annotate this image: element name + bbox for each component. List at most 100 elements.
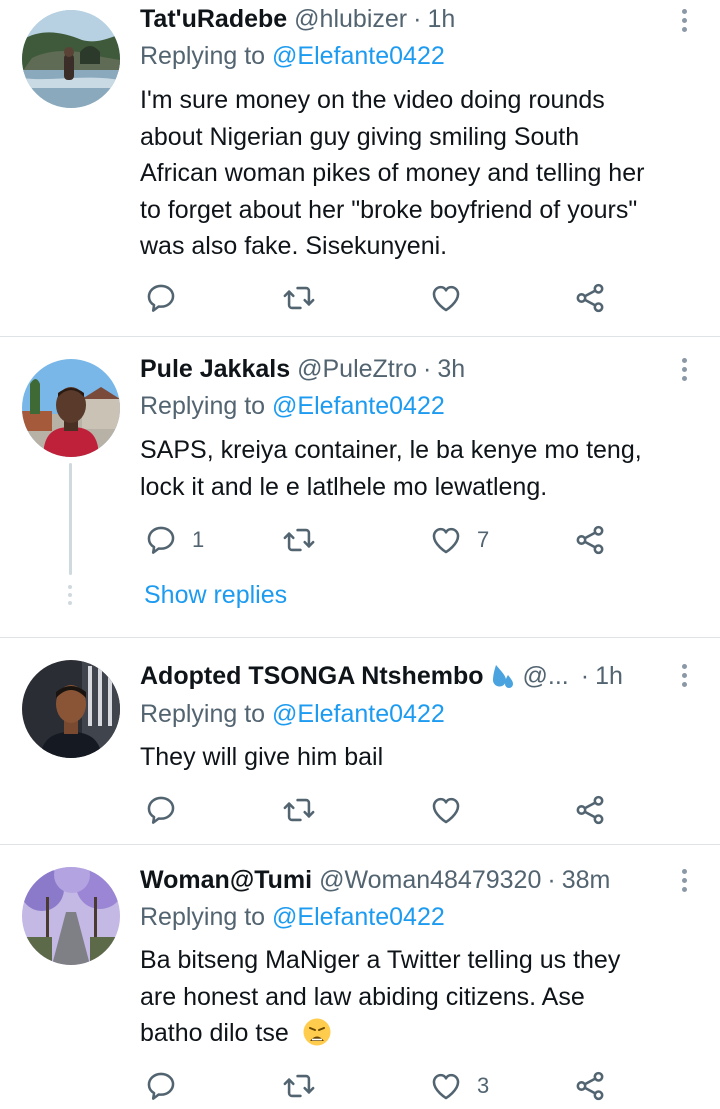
more-options-icon[interactable] — [680, 358, 688, 381]
tweet-2[interactable]: Pule Jakkals @PuleZtro · 3h Replying to … — [0, 337, 720, 637]
retweet-button[interactable] — [282, 1068, 316, 1104]
replying-to: Replying to @Elefante0422 — [140, 392, 445, 421]
timestamp[interactable]: 1h — [427, 5, 455, 34]
replying-to: Replying to @Elefante0422 — [140, 700, 445, 729]
tweet-text: They will give him bail — [140, 739, 700, 776]
reply-button[interactable] — [144, 792, 192, 828]
replying-label: Replying to — [140, 700, 266, 728]
retweet-icon — [282, 1069, 316, 1103]
retweet-button[interactable] — [282, 280, 316, 316]
reply-icon — [144, 281, 178, 315]
mention-link[interactable]: @Elefante0422 — [272, 700, 445, 728]
text-line: lock it and le e latlhele mo lewatleng. — [140, 472, 548, 501]
reply-count: 1 — [192, 527, 205, 552]
separator: · — [413, 4, 422, 33]
tweet-text: I'm sure money on the video doing rounds… — [140, 82, 700, 265]
like-count: 7 — [477, 527, 490, 552]
separator: · — [423, 354, 432, 383]
text-line: are honest and law abiding citizens. Ase — [140, 982, 585, 1011]
author-handle[interactable]: @... — [523, 662, 569, 691]
action-bar: 1 7 — [140, 522, 620, 558]
text-line: Ba bitseng MaNiger a Twitter telling us … — [140, 946, 621, 974]
tweet-text: Ba bitseng MaNiger a Twitter telling us … — [140, 942, 700, 1052]
heart-icon — [429, 1069, 463, 1103]
text-line: They will give him bail — [140, 743, 384, 771]
tweet-1[interactable]: Tat'uRadebe @hlubizer · 1h Replying to @… — [0, 0, 720, 336]
tweet-4[interactable]: Woman@Tumi @Woman48479320 · 38m Replying… — [0, 845, 720, 1109]
text-line: African woman pikes of money and telling… — [140, 159, 645, 187]
retweet-icon — [282, 281, 316, 315]
replying-to: Replying to @Elefante0422 — [140, 903, 445, 932]
action-bar: 3 — [140, 1068, 620, 1104]
share-icon — [573, 1069, 607, 1103]
share-button[interactable] — [573, 522, 607, 558]
tweet-header: Woman@Tumi @Woman48479320 · 38m — [140, 863, 610, 897]
replying-label: Replying to — [140, 903, 266, 931]
mention-link[interactable]: @Elefante0422 — [272, 903, 445, 931]
share-button[interactable] — [573, 792, 607, 828]
tweet-3[interactable]: Adopted TSONGA Ntshembo @... · 1h Replyi… — [0, 638, 720, 844]
author-name[interactable]: Woman@Tumi — [140, 866, 312, 895]
show-replies-link[interactable]: Show replies — [144, 581, 287, 610]
author-handle[interactable]: @Woman48479320 — [319, 866, 541, 895]
text-line: SAPS, kreiya container, le ba kenye mo t… — [140, 436, 642, 464]
separator: · — [580, 661, 590, 690]
avatar[interactable] — [22, 10, 120, 108]
mention-link[interactable]: @Elefante0422 — [272, 42, 445, 70]
more-options-icon[interactable] — [680, 869, 688, 892]
retweet-button[interactable] — [282, 522, 316, 558]
action-bar — [140, 792, 620, 828]
tweet-text: SAPS, kreiya container, le ba kenye mo t… — [140, 432, 700, 505]
heart-icon — [429, 281, 463, 315]
like-button[interactable]: 7 — [429, 522, 489, 558]
author-handle[interactable]: @hlubizer — [294, 5, 407, 34]
text-line: about Nigerian guy giving smiling South — [140, 122, 580, 151]
retweet-icon — [282, 523, 316, 557]
reply-icon — [144, 1069, 178, 1103]
reply-icon — [144, 523, 178, 557]
separator: · — [547, 865, 556, 894]
replying-to: Replying to @Elefante0422 — [140, 42, 445, 71]
text-line: was also fake. Sisekunyeni. — [140, 232, 448, 260]
mention-link[interactable]: @Elefante0422 — [272, 392, 445, 420]
author-name[interactable]: Tat'uRadebe — [140, 5, 287, 34]
text-line: batho dilo tse — [140, 1019, 289, 1047]
retweet-button[interactable] — [282, 792, 316, 828]
like-button[interactable]: 3 — [429, 1068, 489, 1104]
thread-line — [69, 463, 72, 575]
author-name[interactable]: Pule Jakkals — [140, 355, 290, 384]
reply-button[interactable] — [144, 280, 192, 316]
author-name[interactable]: Adopted TSONGA Ntshembo — [140, 662, 484, 691]
sweat-droplets-emoji — [486, 663, 516, 689]
more-options-icon[interactable] — [680, 9, 688, 32]
more-options-icon[interactable] — [680, 664, 688, 687]
avatar[interactable] — [22, 867, 120, 965]
reply-icon — [144, 793, 178, 827]
share-button[interactable] — [573, 280, 607, 316]
tweet-header: Pule Jakkals @PuleZtro · 3h — [140, 352, 465, 386]
retweet-icon — [282, 793, 316, 827]
weary-face-emoji — [303, 1018, 331, 1046]
share-button[interactable] — [573, 1068, 607, 1104]
avatar[interactable] — [22, 359, 120, 457]
timestamp[interactable]: 38m — [562, 866, 611, 895]
share-icon — [573, 793, 607, 827]
timestamp[interactable]: 1h — [595, 662, 623, 691]
reply-button[interactable] — [144, 1068, 192, 1104]
action-bar — [140, 280, 620, 316]
like-count: 3 — [477, 1073, 490, 1098]
replying-label: Replying to — [140, 42, 266, 70]
share-icon — [573, 281, 607, 315]
share-icon — [573, 523, 607, 557]
heart-icon — [429, 523, 463, 557]
tweet-header: Adopted TSONGA Ntshembo @... · 1h — [140, 659, 623, 693]
author-handle[interactable]: @PuleZtro — [297, 355, 417, 384]
avatar[interactable] — [22, 660, 120, 758]
like-button[interactable] — [429, 792, 477, 828]
thread-connector — [66, 585, 74, 605]
reply-button[interactable]: 1 — [144, 522, 204, 558]
like-button[interactable] — [429, 280, 477, 316]
timestamp[interactable]: 3h — [437, 355, 465, 384]
tweet-header: Tat'uRadebe @hlubizer · 1h — [140, 2, 455, 36]
text-line: I'm sure money on the video doing rounds — [140, 86, 605, 114]
